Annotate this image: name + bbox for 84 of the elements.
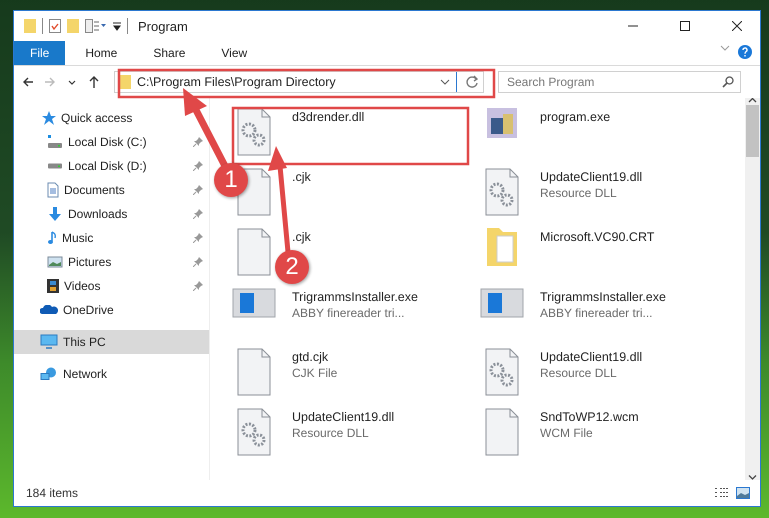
drive-icon [47, 135, 63, 149]
monitor-icon [40, 334, 58, 350]
music-note-icon [47, 231, 57, 245]
gear-file-icon [235, 108, 273, 156]
file-name[interactable]: d3drender.dll [292, 110, 364, 124]
address-bar[interactable]: C:\Program Files\Program Directory [114, 71, 484, 93]
blank-file-icon [483, 408, 521, 456]
pin-icon[interactable] [193, 281, 203, 291]
blank-file-icon [235, 348, 273, 396]
ribbon-tab[interactable]: File [14, 41, 66, 65]
file-name[interactable]: TrigrammsInstaller.exe [540, 290, 666, 304]
window-title: Program [138, 18, 189, 34]
file-name[interactable]: UpdateClient19.dll [540, 350, 642, 364]
file-name[interactable]: .cjk [292, 230, 311, 244]
dropdown-icon[interactable] [113, 21, 121, 31]
file-type: CJK File [292, 366, 338, 380]
file-name[interactable]: TrigrammsInstaller.exe [292, 290, 418, 304]
nav-item[interactable]: Music [14, 226, 209, 250]
nav-item[interactable]: Local Disk (C:) [14, 130, 209, 154]
maximize-icon[interactable] [680, 21, 690, 31]
close-icon[interactable] [732, 21, 742, 31]
back-arrow-icon[interactable] [21, 75, 35, 89]
folder-icon [487, 228, 517, 266]
file-name[interactable]: gtd.cjk [292, 350, 338, 364]
installer-icon [480, 288, 524, 318]
file-name[interactable]: SndToWP12.wcm [540, 410, 639, 424]
nav-item[interactable]: Documents [14, 178, 209, 202]
scroll-down-icon[interactable] [748, 475, 757, 480]
document-icon [47, 182, 59, 198]
chevron-icon[interactable] [440, 79, 450, 85]
network-icon [40, 367, 58, 381]
pin-icon[interactable] [193, 257, 203, 267]
file-type: Resource DLL [540, 366, 618, 380]
download-icon [47, 206, 63, 222]
search-field[interactable]: Search Program [498, 71, 741, 93]
drive-icon [47, 163, 63, 169]
nav-item[interactable]: Videos [14, 274, 209, 298]
file-name[interactable]: program.exe [540, 110, 610, 124]
file-type: WCM File [540, 426, 594, 440]
file-type: Resource DLL [292, 426, 370, 440]
scrollbar[interactable] [745, 98, 760, 480]
nav-item[interactable]: Pictures [14, 250, 209, 274]
file-type: ABBY finereader tri... [540, 306, 654, 320]
item-count: 184 items [26, 486, 80, 500]
installer-icon [232, 288, 276, 318]
minimize-icon[interactable] [628, 25, 638, 27]
pin-icon[interactable] [193, 185, 203, 195]
film-icon [47, 279, 59, 293]
gear-file-icon [235, 408, 273, 456]
file-type: ABBY finereader tri... [292, 306, 406, 320]
ribbon-tab[interactable]: Home [67, 41, 136, 65]
ribbon-tab[interactable]: View [203, 41, 266, 65]
nav-item[interactable]: Downloads [14, 202, 209, 226]
up-arrow-icon[interactable] [87, 75, 101, 89]
file-name[interactable]: UpdateClient19.dll [540, 170, 642, 184]
address-path: C:\Program Files\Program Directory [137, 75, 337, 89]
picture-icon [47, 256, 63, 268]
scroll-up-icon[interactable] [748, 98, 757, 103]
ribbon-tab[interactable]: Share [135, 41, 204, 65]
blank-file-icon [235, 228, 273, 276]
star-icon [40, 110, 56, 126]
nav-item[interactable]: Quick access [14, 106, 209, 130]
file-name[interactable]: UpdateClient19.dll [292, 410, 394, 424]
pin-icon[interactable] [193, 137, 203, 147]
gear-file-icon [483, 348, 521, 396]
pin-icon[interactable] [193, 161, 203, 171]
properties-icon[interactable] [85, 19, 107, 33]
help-icon[interactable] [738, 45, 752, 59]
checklist-icon[interactable] [49, 19, 61, 33]
details-view-icon[interactable] [714, 488, 730, 498]
nav-item[interactable]: This PC [14, 330, 209, 354]
file-name[interactable]: Microsoft.VC90.CRT [540, 230, 654, 244]
file-name[interactable]: .cjk [292, 170, 311, 184]
gear-file-icon [483, 168, 521, 216]
thumbnail-view-icon[interactable] [736, 487, 750, 499]
nav-item[interactable]: OneDrive [14, 298, 209, 322]
nav-item[interactable]: Local Disk (D:) [14, 154, 209, 178]
nav-item[interactable]: Network [14, 362, 209, 386]
pin-icon[interactable] [193, 233, 203, 243]
scrollbar-thumb[interactable] [746, 105, 759, 157]
cloud-icon [40, 305, 58, 315]
pin-icon[interactable] [193, 209, 203, 219]
file-type: Resource DLL [540, 186, 618, 200]
program-icon [487, 108, 517, 138]
